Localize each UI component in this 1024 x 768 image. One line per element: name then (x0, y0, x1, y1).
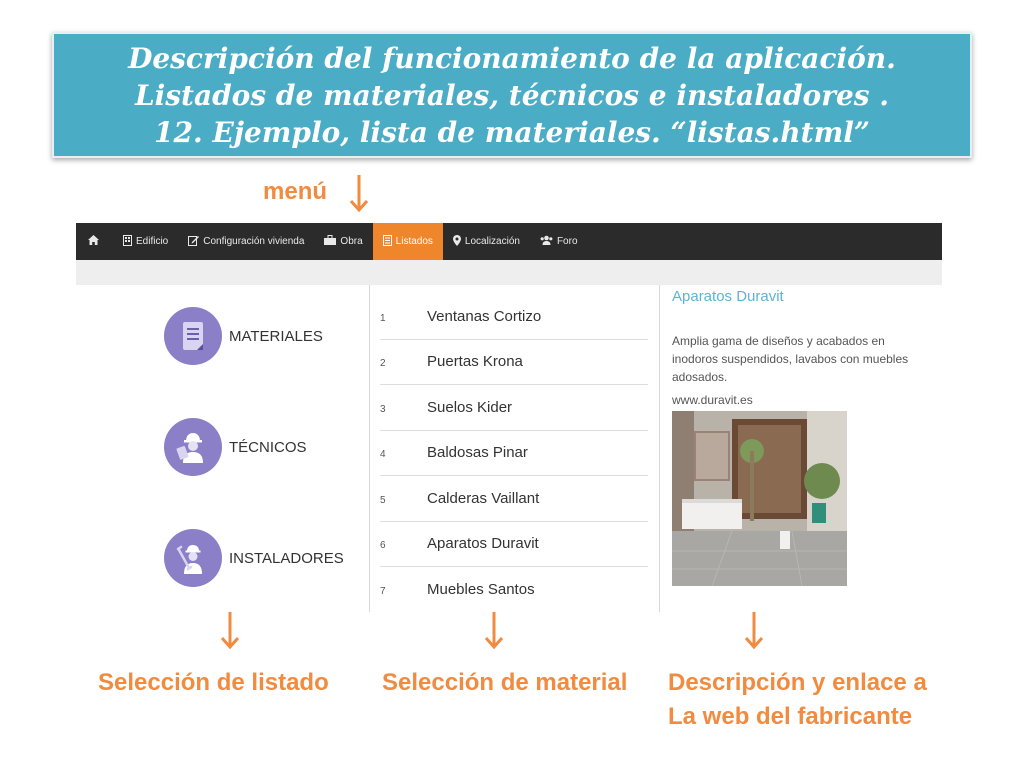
caption-descripcion-line-2: La web del fabricante (668, 703, 913, 730)
category-materiales[interactable]: MATERIALES (164, 307, 323, 365)
item-name: Ventanas Cortizo (427, 307, 542, 325)
category-instaladores[interactable]: INSTALADORES (164, 529, 344, 587)
column-divider (369, 285, 370, 612)
detail-title: Aparatos Duravit (672, 288, 784, 305)
document-icon (164, 307, 222, 365)
list-icon (382, 234, 392, 249)
item-number: 7 (380, 586, 386, 598)
edit-icon (188, 235, 200, 249)
category-label: INSTALADORES (229, 549, 344, 567)
nav-label: Configuración vivienda (203, 236, 305, 247)
item-number: 4 (380, 449, 386, 461)
nav-localizacion[interactable]: Localización (443, 223, 530, 260)
nav-listados[interactable]: Listados (372, 223, 443, 260)
item-name: Puertas Krona (427, 353, 523, 371)
list-item[interactable]: 6 Aparatos Duravit (380, 522, 648, 567)
nav-home[interactable] (76, 223, 113, 260)
home-icon (88, 235, 99, 248)
slide-title-line-1: Descripción del funcionamiento de la apl… (128, 42, 896, 75)
installer-icon (164, 529, 222, 587)
caption-seleccion-material: Selección de material (382, 669, 628, 696)
slide-title-line-2: Listados de materiales, técnicos e insta… (134, 79, 890, 112)
engineer-icon (164, 418, 222, 476)
item-name: Suelos Kider (427, 398, 513, 416)
nav-label: Localización (464, 236, 520, 247)
item-name: Muebles Santos (427, 581, 535, 599)
menu-label: menú (263, 178, 328, 205)
caption-seleccion-listado: Selección de listado (98, 669, 329, 696)
item-number: 6 (380, 540, 386, 552)
category-label: TÉCNICOS (229, 438, 307, 456)
list-item[interactable]: 1 Ventanas Cortizo (380, 294, 648, 340)
item-name: Baldosas Pinar (427, 444, 528, 462)
arrow-down-icon (349, 173, 369, 213)
list-item[interactable]: 3 Suelos Kider (380, 385, 648, 431)
item-number: 1 (380, 312, 386, 324)
slide-title-box: Descripción del funcionamiento de la apl… (52, 32, 972, 158)
item-name: Aparatos Duravit (427, 535, 539, 553)
users-icon (540, 235, 553, 248)
product-photo (672, 411, 847, 586)
caption-descripcion-line-1: Descripción y enlace a (668, 669, 927, 696)
list-item[interactable]: 7 Muebles Santos (380, 567, 648, 613)
column-divider (659, 285, 660, 612)
nav-label: Listados (395, 236, 433, 247)
nav-label: Edificio (136, 236, 169, 247)
list-item[interactable]: 5 Calderas Vaillant (380, 476, 648, 522)
nav-label: Foro (556, 236, 578, 247)
app-navbar: Edificio Configuración vivienda Obra Lis… (76, 223, 942, 260)
item-number: 2 (380, 358, 386, 370)
sub-bar (76, 260, 942, 285)
toolbox-icon (324, 235, 337, 248)
item-number: 5 (380, 494, 386, 506)
arrow-down-icon (220, 610, 240, 650)
detail-description: Amplia gama de diseños y acabados en ino… (672, 334, 909, 384)
nav-configuracion-vivienda[interactable]: Configuración vivienda (178, 223, 314, 260)
item-name: Calderas Vaillant (427, 489, 540, 507)
nav-foro[interactable]: Foro (530, 223, 588, 260)
arrow-down-icon (484, 610, 504, 650)
materials-list: 1 Ventanas Cortizo 2 Puertas Krona 3 Suelos… (380, 294, 648, 613)
manufacturer-link[interactable]: www.duravit.es (672, 393, 753, 407)
building-icon (123, 234, 132, 249)
arrow-down-icon (744, 610, 764, 650)
nav-label: Obra (340, 236, 363, 247)
category-label: MATERIALES (229, 327, 323, 345)
item-number: 3 (380, 403, 386, 415)
category-tecnicos[interactable]: TÉCNICOS (164, 418, 307, 476)
nav-edificio[interactable]: Edificio (113, 223, 178, 260)
slide-title-line-3: 12. Ejemplo, lista de materiales. “lista… (154, 116, 870, 149)
list-item[interactable]: 2 Puertas Krona (380, 340, 648, 385)
list-item[interactable]: 4 Baldosas Pinar (380, 431, 648, 476)
nav-obra[interactable]: Obra (314, 223, 372, 260)
map-marker-icon (452, 234, 461, 249)
